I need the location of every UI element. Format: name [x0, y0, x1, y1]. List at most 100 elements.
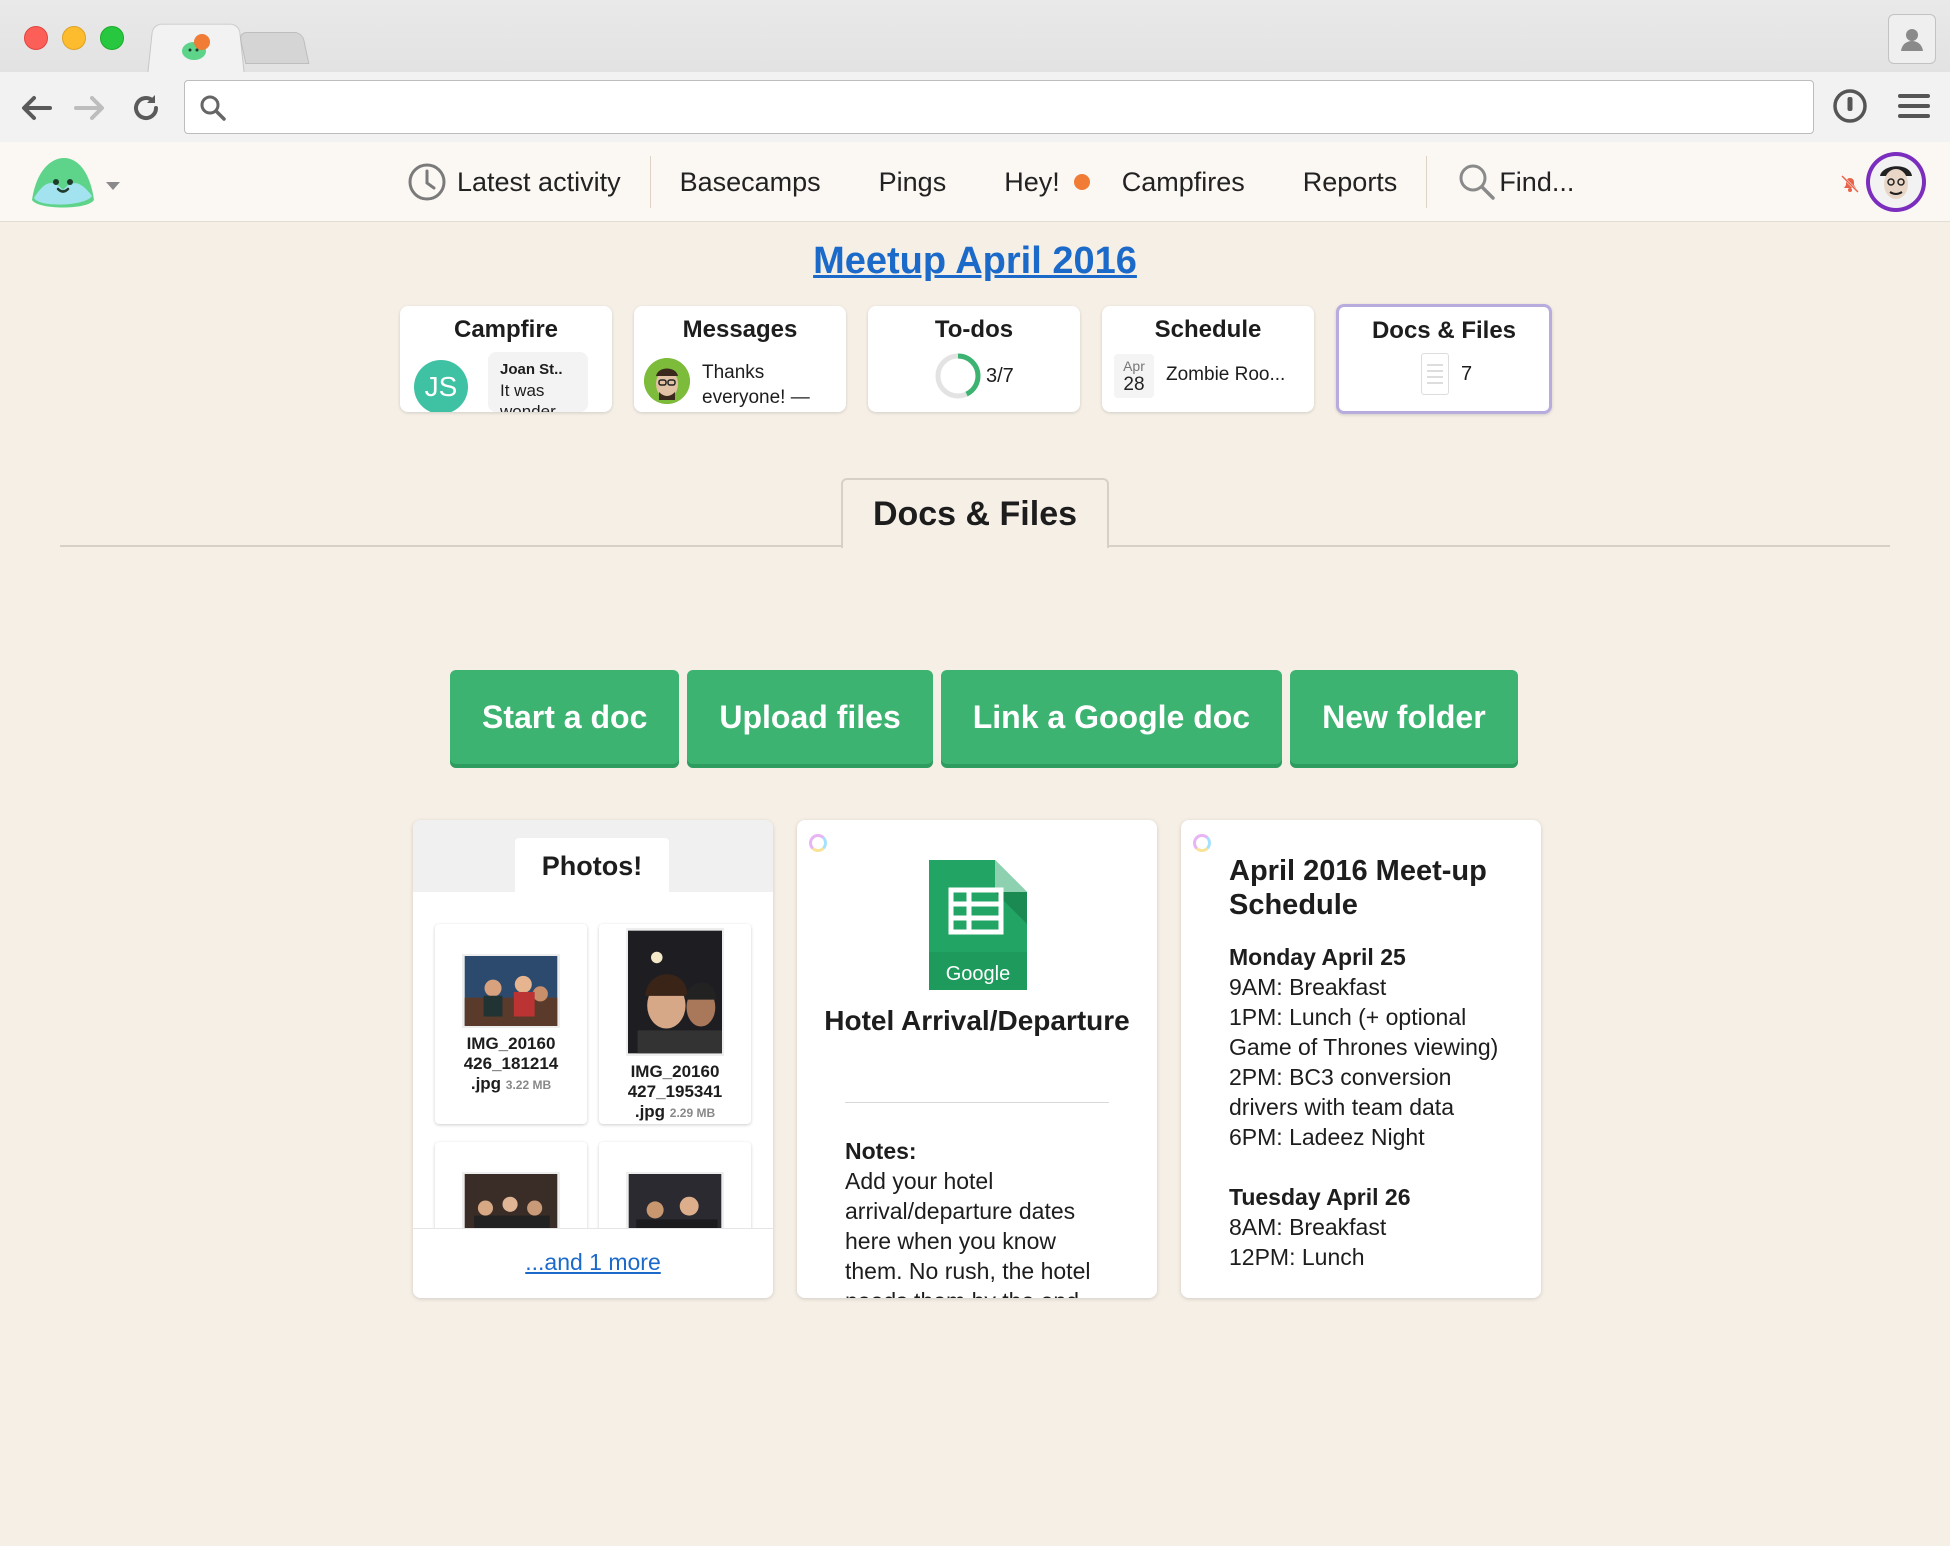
file-size: 2.29 MB [669, 1106, 716, 1120]
schedule-day-heading: Monday April 25 [1229, 944, 1406, 970]
user-photo [644, 358, 690, 404]
docs-count: 7 [1421, 353, 1472, 395]
doc-body: Monday April 25 9AM: Breakfast 1PM: Lunc… [1229, 942, 1519, 1272]
nav-campfires[interactable]: Campfires [1100, 142, 1274, 222]
schedule-day: 28 [1123, 374, 1145, 395]
schedule-item: 1PM: Lunch (+ optional Game of Thrones v… [1229, 1004, 1499, 1060]
document-icon [1421, 353, 1449, 395]
file-name: IMG_20160 [630, 1062, 720, 1081]
schedule-doc-card[interactable]: April 2016 Meet-up Schedule Monday April… [1181, 820, 1541, 1298]
upload-files-button[interactable]: Upload files [687, 670, 933, 764]
nav-label: Find... [1499, 166, 1575, 197]
tool-title: Messages [682, 316, 798, 343]
main-nav: Latest activity Basecamps Pings Hey! Cam… [378, 142, 1603, 222]
new-tab-button[interactable] [238, 32, 310, 64]
search-icon [1459, 164, 1496, 200]
app-header: Latest activity Basecamps Pings Hey! Cam… [0, 142, 1950, 222]
file-thumbnail[interactable] [435, 1142, 587, 1246]
nav-latest-activity[interactable]: Latest activity [378, 142, 650, 222]
nav-pings[interactable]: Pings [850, 142, 976, 222]
docs-count-value: 7 [1461, 362, 1473, 385]
new-folder-button[interactable]: New folder [1290, 670, 1518, 764]
nav-reports[interactable]: Reports [1274, 142, 1427, 222]
file-ext: .jpg [470, 1074, 502, 1093]
google-sheets-icon: Google [929, 860, 1027, 990]
tool-card-docs[interactable]: Docs & Files 7 [1336, 304, 1552, 414]
schedule-day-heading: Tuesday April 26 [1229, 1184, 1411, 1210]
notes-text: Add your hotel arrival/departure dates h… [845, 1168, 1091, 1298]
chevron-down-icon[interactable] [106, 182, 120, 190]
file-thumbnail[interactable]: IMG_20160 427_195341 .jpg 2.29 MB [599, 924, 751, 1124]
page-title[interactable]: Meetup April 2016 [0, 240, 1950, 283]
file-thumbnail[interactable] [599, 1142, 751, 1246]
muted-bell-icon[interactable] [1840, 174, 1860, 194]
file-ext: .jpg [634, 1102, 666, 1121]
browser-menu-icon[interactable] [1898, 92, 1930, 120]
start-doc-button[interactable]: Start a doc [450, 670, 680, 764]
clock-icon [408, 163, 446, 201]
folder-card-photos[interactable]: Photos! IMG_20160 426_181214 .jpg 3.22 M… [413, 820, 773, 1298]
more-files-link[interactable]: ...and 1 more [413, 1228, 773, 1298]
basecamp-favicon-icon [182, 34, 210, 60]
browser-profile-button[interactable] [1888, 14, 1936, 64]
google-doc-card[interactable]: Google Hotel Arrival/Departure Notes: Ad… [797, 820, 1157, 1298]
close-window-button[interactable] [24, 26, 48, 50]
tool-card-messages[interactable]: Messages Thanks everyone! — [634, 306, 846, 412]
photo-thumbnail [626, 928, 724, 1056]
schedule-month: Apr [1123, 358, 1145, 374]
arrow-right-icon [74, 96, 104, 120]
file-name: IMG_20160 [466, 1034, 556, 1053]
nav-basecamps[interactable]: Basecamps [651, 142, 850, 222]
link-google-doc-button[interactable]: Link a Google doc [940, 670, 1283, 764]
avatar[interactable] [1866, 152, 1926, 212]
schedule-item: 9AM: Breakfast [1229, 974, 1387, 1000]
nav-label: Latest activity [457, 166, 621, 197]
reload-icon [134, 95, 159, 121]
folder-title: Photos! [515, 838, 669, 894]
tool-card-todos[interactable]: To-dos 3/7 [868, 306, 1080, 412]
back-button[interactable] [16, 88, 56, 128]
doc-title: April 2016 Meet-up Schedule [1229, 855, 1487, 921]
user-photo [1870, 156, 1922, 208]
password-manager-icon[interactable] [1832, 88, 1868, 124]
tool-title: Schedule [1154, 316, 1262, 343]
person-icon [1901, 29, 1923, 51]
zoom-window-button[interactable] [100, 26, 124, 50]
doc-notes: Notes: Add your hotel arrival/departure … [845, 1136, 1115, 1298]
url-input[interactable] [239, 91, 1799, 123]
tool-title: Docs & Files [1371, 317, 1517, 344]
notes-label: Notes: [845, 1138, 917, 1164]
file-thumbnail[interactable]: IMG_20160 426_181214 .jpg 3.22 MB [435, 924, 587, 1124]
reload-button[interactable] [126, 88, 166, 128]
nav-find[interactable]: Find... [1427, 142, 1603, 222]
search-icon [200, 95, 226, 121]
message-preview: Thanks everyone! — [702, 362, 810, 408]
status-ring-icon [809, 834, 827, 852]
minimize-window-button[interactable] [62, 26, 86, 50]
doc-title: Hotel Arrival/Departure [824, 1005, 1130, 1036]
tool-title: Campfire [453, 316, 559, 343]
address-bar[interactable] [184, 80, 1814, 134]
photo-thumbnail [462, 954, 560, 1028]
avatar: JS [414, 360, 468, 412]
file-size: 3.22 MB [505, 1078, 552, 1092]
todo-count: 3/7 [986, 364, 1014, 387]
browser-chrome [0, 0, 1950, 142]
schedule-item: 8AM: Breakfast [1229, 1214, 1387, 1240]
tool-card-schedule[interactable]: Schedule Apr 28 Zombie Roo... [1102, 306, 1314, 412]
nav-label: Reports [1302, 166, 1398, 197]
project-tools: Campfire JS Joan St.. It was wonder... M… [400, 304, 1552, 414]
tool-card-campfire[interactable]: Campfire JS Joan St.. It was wonder... [400, 306, 612, 412]
schedule-item: 6PM: Ladeez Night [1229, 1124, 1425, 1150]
nav-label: Pings [878, 166, 947, 197]
campfire-preview: Joan St.. It was wonder... [488, 352, 588, 412]
forward-button[interactable] [70, 88, 110, 128]
schedule-date: Apr 28 [1114, 354, 1154, 398]
google-brand-text: Google [946, 963, 1011, 985]
nav-hey[interactable]: Hey! [975, 142, 1100, 222]
basecamp-logo[interactable] [28, 152, 98, 212]
campfire-text: It was wonder... [500, 381, 569, 412]
arrow-left-icon [22, 96, 52, 120]
window-controls [24, 26, 124, 50]
nav-label: Hey! [1004, 166, 1060, 197]
